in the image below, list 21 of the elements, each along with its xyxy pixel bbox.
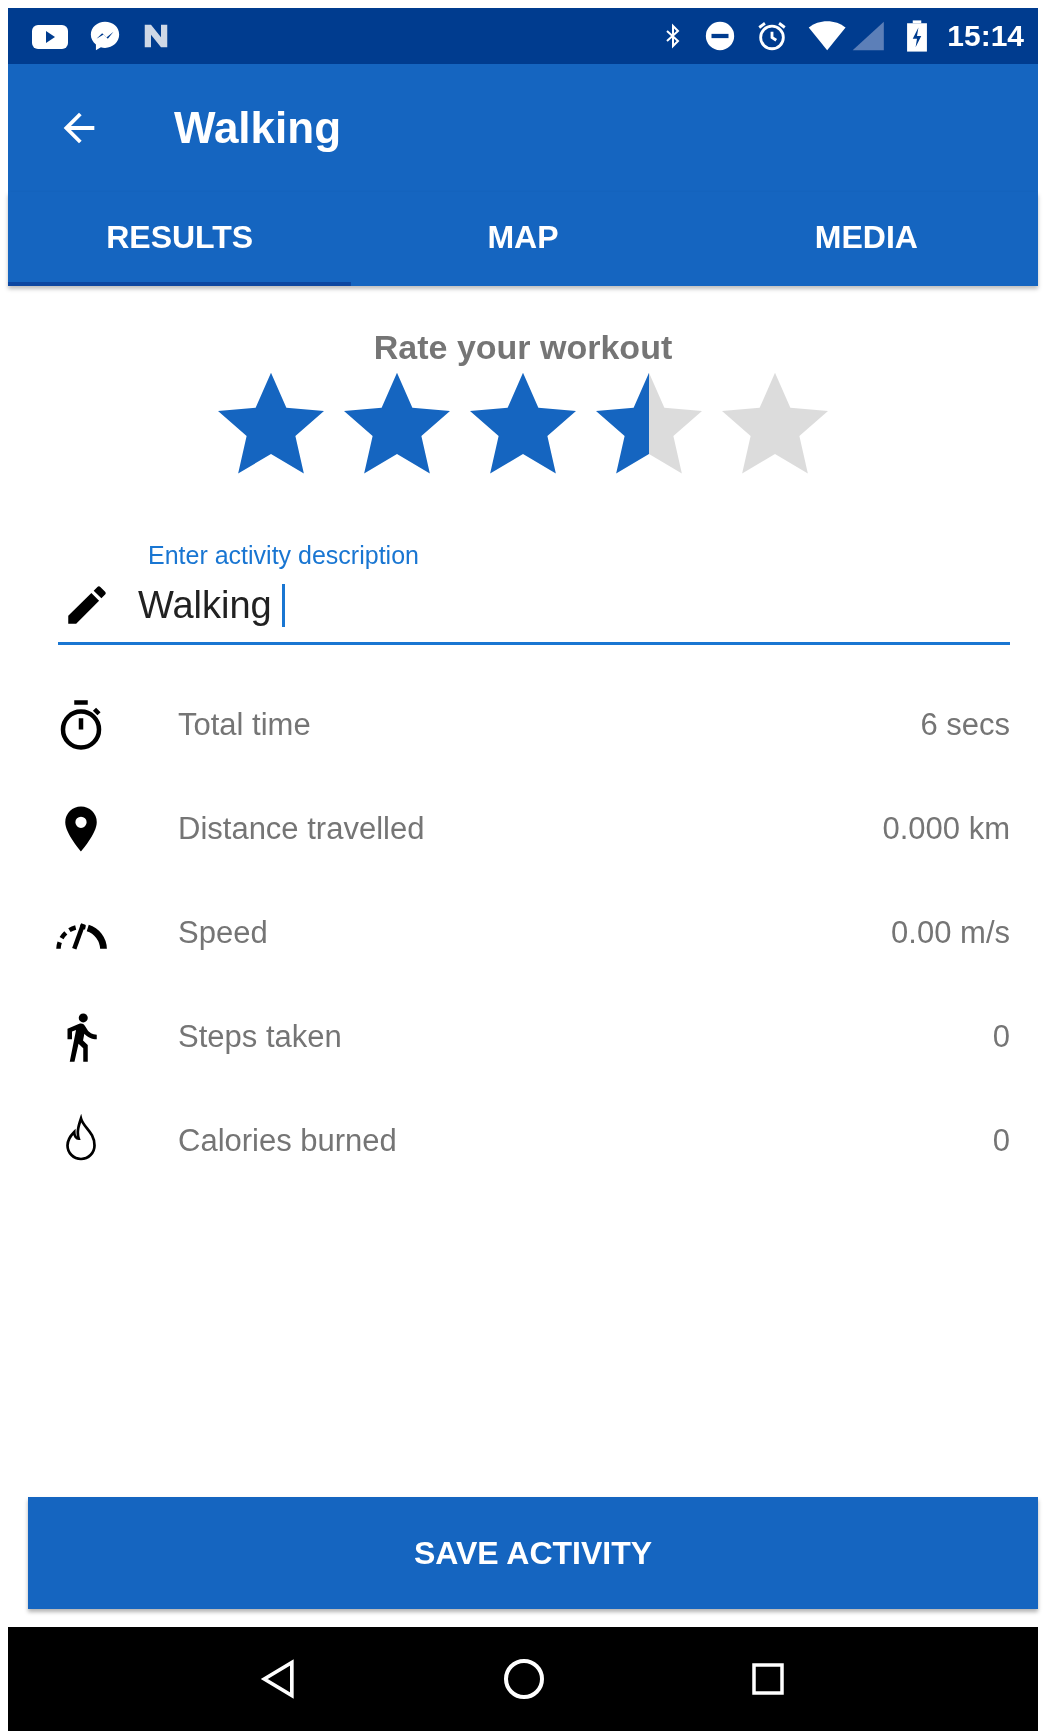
stat-label: Total time [178, 707, 312, 743]
tab[interactable]: MAP [351, 192, 695, 286]
chat-bubble-icon [88, 19, 122, 53]
field-label: Enter activity description [148, 541, 419, 570]
clock-time: 15:14 [947, 19, 1024, 53]
stat-value: 6 secs [920, 707, 1010, 743]
stat-label: Calories burned [178, 1123, 398, 1159]
stat-label: Steps taken [178, 1019, 343, 1055]
battery-charging-icon [905, 19, 930, 53]
description-field[interactable]: Walking [58, 570, 1010, 645]
tab[interactable]: RESULTS [8, 192, 352, 286]
tab[interactable]: MEDIA [694, 192, 1038, 286]
save-activity-button[interactable]: SAVE ACTIVITY [28, 1497, 1038, 1609]
rating-title: Rate your workout [373, 328, 673, 366]
stat-value: 0.000 km [882, 811, 1010, 847]
screen-title: Walking [174, 103, 342, 153]
stat-value: 0 [992, 1123, 1010, 1159]
stat-value: 0 [992, 1019, 1010, 1055]
stat-label: Distance travelled [178, 811, 426, 847]
stat-label: Speed [178, 915, 269, 951]
stat-value: 0.00 m/s [891, 915, 1010, 951]
